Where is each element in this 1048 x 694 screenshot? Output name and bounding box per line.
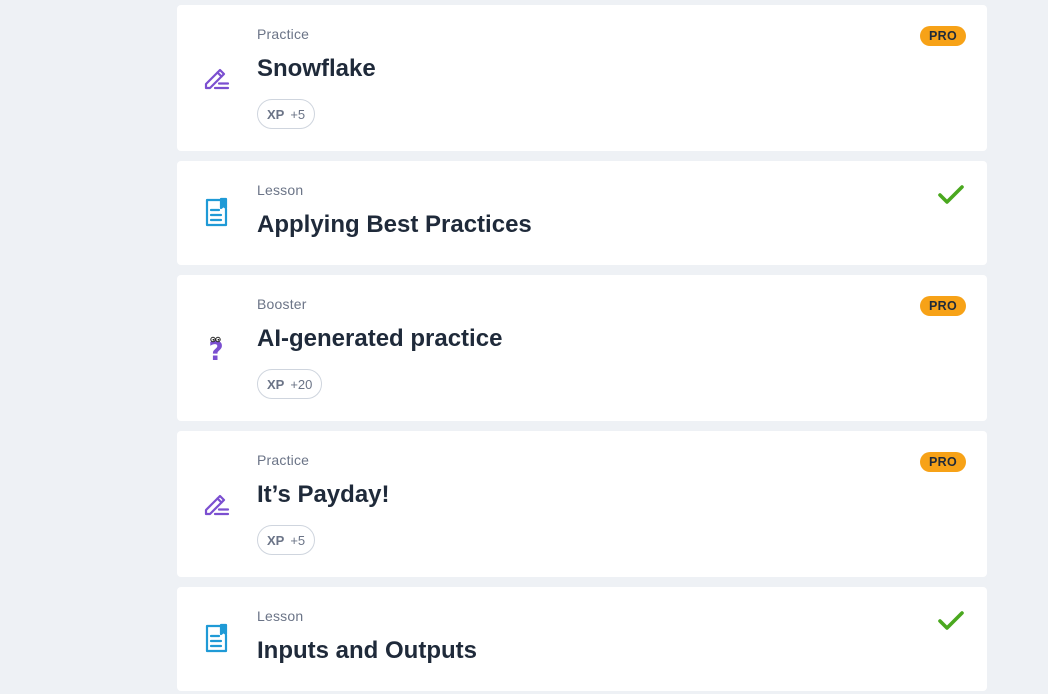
item-title[interactable]: Applying Best Practices	[257, 211, 532, 239]
completed-check-icon	[937, 184, 965, 206]
xp-badge: XP +20	[257, 369, 323, 399]
document-icon	[201, 623, 231, 653]
item-title[interactable]: AI-generated practice	[257, 325, 502, 353]
item-title[interactable]: Snowflake	[257, 55, 376, 83]
item-kind: Booster	[257, 296, 307, 312]
xp-label: XP	[267, 532, 285, 548]
xp-badge: XP +5	[257, 525, 316, 555]
pencil-icon	[201, 63, 231, 93]
completed-check-icon	[937, 610, 965, 632]
xp-value: +20	[290, 376, 313, 392]
xp-label: XP	[267, 106, 285, 122]
pencil-icon	[201, 489, 231, 519]
item-title[interactable]: Inputs and Outputs	[257, 637, 477, 665]
pro-badge: PRO	[920, 452, 966, 472]
xp-label: XP	[267, 376, 285, 392]
list-item-practice[interactable]: Practice Snowflake XP +5 PRO	[177, 5, 987, 151]
xp-value: +5	[290, 106, 306, 122]
question-icon: ?	[201, 333, 231, 363]
item-title[interactable]: It’s Payday!	[257, 481, 390, 509]
xp-value: +5	[290, 532, 306, 548]
document-icon	[201, 197, 231, 227]
item-kind: Practice	[257, 452, 310, 468]
item-kind: Practice	[257, 26, 310, 42]
pro-badge: PRO	[920, 296, 966, 316]
list-item-lesson[interactable]: Lesson Applying Best Practices	[177, 161, 987, 265]
list-item-lesson[interactable]: Lesson Inputs and Outputs	[177, 587, 987, 691]
item-kind: Lesson	[257, 182, 304, 198]
list-item-booster[interactable]: ? Booster AI-generated practice XP +20 P…	[177, 275, 987, 421]
xp-badge: XP +5	[257, 99, 316, 129]
item-kind: Lesson	[257, 608, 304, 624]
pro-badge: PRO	[920, 26, 966, 46]
list-item-practice[interactable]: Practice It’s Payday! XP +5 PRO	[177, 431, 987, 577]
